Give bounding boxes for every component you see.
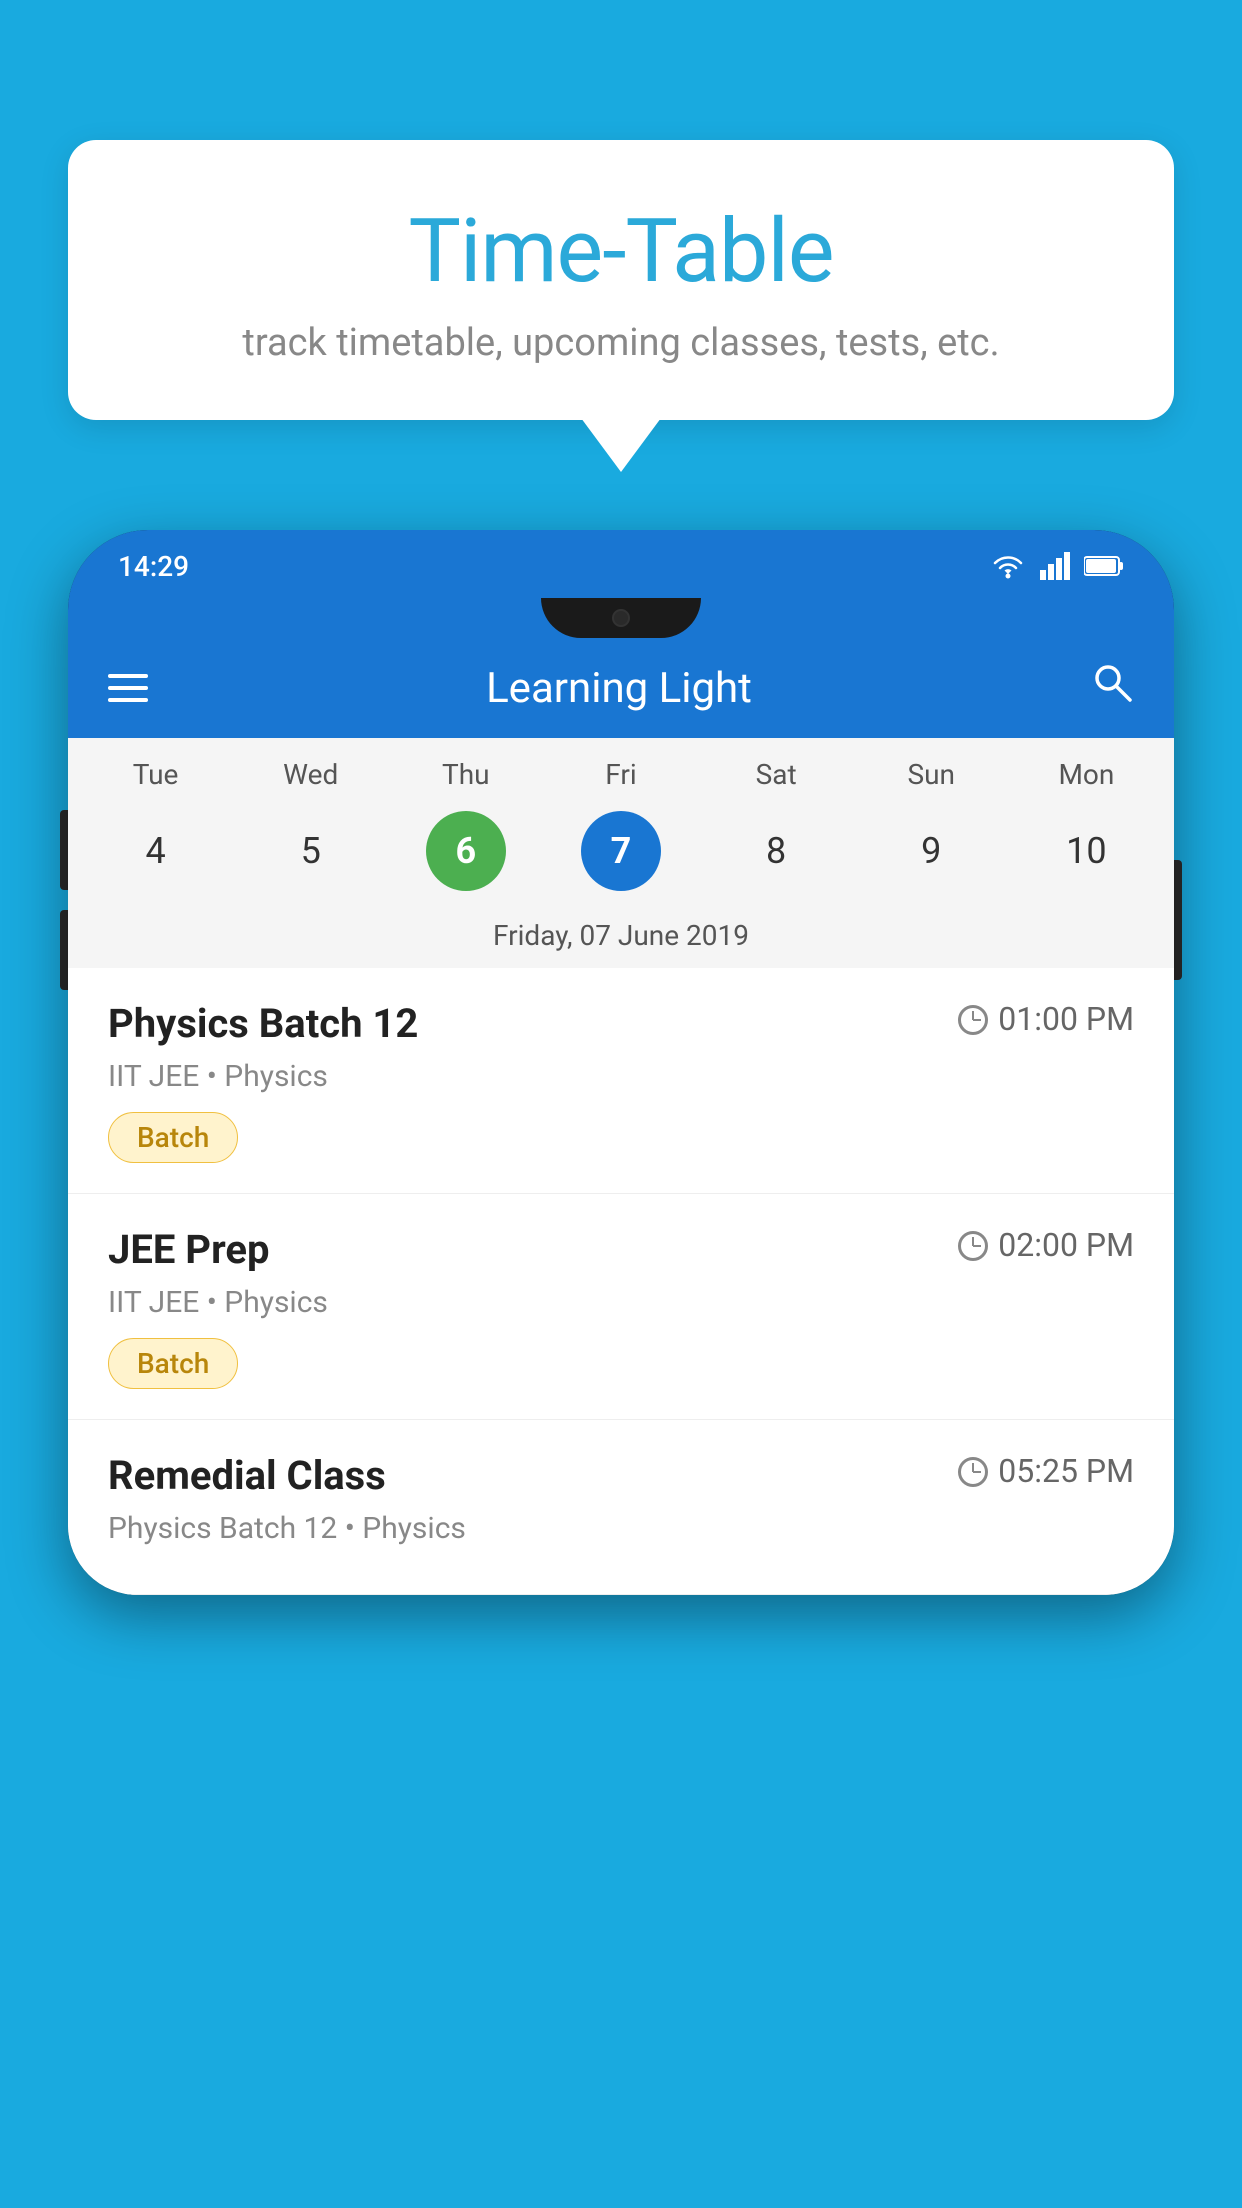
date-4[interactable]: 4 bbox=[116, 811, 196, 891]
battery-icon bbox=[1084, 555, 1124, 577]
class-3-name: Remedial Class bbox=[108, 1452, 386, 1499]
status-bar: 14:29 bbox=[68, 530, 1174, 598]
day-thu: Thu bbox=[426, 758, 506, 791]
class-1-time-text: 01:00 PM bbox=[998, 1000, 1134, 1038]
class-3-time: 05:25 PM bbox=[958, 1452, 1134, 1490]
notch bbox=[541, 598, 701, 638]
date-5[interactable]: 5 bbox=[271, 811, 351, 891]
date-7[interactable]: 7 bbox=[581, 811, 661, 891]
camera bbox=[612, 609, 630, 627]
class-item-3-header: Remedial Class 05:25 PM bbox=[108, 1452, 1134, 1499]
selected-date-label: Friday, 07 June 2019 bbox=[68, 911, 1174, 968]
signal-icon bbox=[1040, 552, 1070, 580]
app-title: Time-Table bbox=[118, 200, 1124, 303]
class-3-time-text: 05:25 PM bbox=[998, 1452, 1134, 1490]
clock-icon-3 bbox=[958, 1457, 988, 1487]
volume-down-button[interactable] bbox=[60, 910, 68, 990]
day-sun: Sun bbox=[891, 758, 971, 791]
menu-line-1 bbox=[108, 674, 148, 678]
day-fri: Fri bbox=[581, 758, 661, 791]
class-1-time: 01:00 PM bbox=[958, 1000, 1134, 1038]
clock-icon-1 bbox=[958, 1005, 988, 1035]
app-bar-title: Learning Light bbox=[486, 664, 752, 713]
date-8[interactable]: 8 bbox=[736, 811, 816, 891]
power-button[interactable] bbox=[1174, 860, 1182, 980]
menu-line-3 bbox=[108, 698, 148, 702]
notch-area bbox=[68, 598, 1174, 638]
class-2-subtitle: IIT JEE • Physics bbox=[108, 1285, 1134, 1320]
status-icons bbox=[990, 552, 1124, 580]
date-6[interactable]: 6 bbox=[426, 811, 506, 891]
calendar-section: Tue Wed Thu Fri Sat Sun Mon 4 5 6 7 8 9 … bbox=[68, 738, 1174, 968]
class-1-name: Physics Batch 12 bbox=[108, 1000, 418, 1047]
class-list: Physics Batch 12 01:00 PM IIT JEE • Phys… bbox=[68, 968, 1174, 1595]
phone-wrapper: 14:29 bbox=[68, 530, 1174, 1595]
class-2-name: JEE Prep bbox=[108, 1226, 269, 1273]
day-tue: Tue bbox=[116, 758, 196, 791]
class-1-badge: Batch bbox=[108, 1112, 238, 1163]
class-item-2[interactable]: JEE Prep 02:00 PM IIT JEE • Physics Batc… bbox=[68, 1194, 1174, 1420]
date-10[interactable]: 10 bbox=[1046, 811, 1126, 891]
phone-container: 14:29 bbox=[68, 530, 1174, 2208]
phone-frame: 14:29 bbox=[68, 530, 1174, 1595]
search-button[interactable] bbox=[1090, 660, 1134, 716]
speech-bubble-container: Time-Table track timetable, upcoming cla… bbox=[68, 140, 1174, 420]
status-time: 14:29 bbox=[118, 550, 189, 583]
calendar-dates-row: 4 5 6 7 8 9 10 bbox=[68, 801, 1174, 911]
calendar-days-header: Tue Wed Thu Fri Sat Sun Mon bbox=[68, 738, 1174, 801]
class-3-subtitle: Physics Batch 12 • Physics bbox=[108, 1511, 1134, 1546]
class-2-time: 02:00 PM bbox=[958, 1226, 1134, 1264]
wifi-icon bbox=[990, 552, 1026, 580]
app-subtitle: track timetable, upcoming classes, tests… bbox=[118, 321, 1124, 365]
clock-icon-2 bbox=[958, 1231, 988, 1261]
day-sat: Sat bbox=[736, 758, 816, 791]
class-item-2-header: JEE Prep 02:00 PM bbox=[108, 1226, 1134, 1273]
speech-bubble: Time-Table track timetable, upcoming cla… bbox=[68, 140, 1174, 420]
app-bar: Learning Light bbox=[68, 638, 1174, 738]
class-2-badge: Batch bbox=[108, 1338, 238, 1389]
day-wed: Wed bbox=[271, 758, 351, 791]
class-item-1-header: Physics Batch 12 01:00 PM bbox=[108, 1000, 1134, 1047]
class-1-subtitle: IIT JEE • Physics bbox=[108, 1059, 1134, 1094]
volume-up-button[interactable] bbox=[60, 810, 68, 890]
class-2-time-text: 02:00 PM bbox=[998, 1226, 1134, 1264]
day-mon: Mon bbox=[1046, 758, 1126, 791]
class-item-3[interactable]: Remedial Class 05:25 PM Physics Batch 12… bbox=[68, 1420, 1174, 1595]
menu-line-2 bbox=[108, 686, 148, 690]
date-9[interactable]: 9 bbox=[891, 811, 971, 891]
class-item-1[interactable]: Physics Batch 12 01:00 PM IIT JEE • Phys… bbox=[68, 968, 1174, 1194]
menu-button[interactable] bbox=[108, 674, 148, 702]
